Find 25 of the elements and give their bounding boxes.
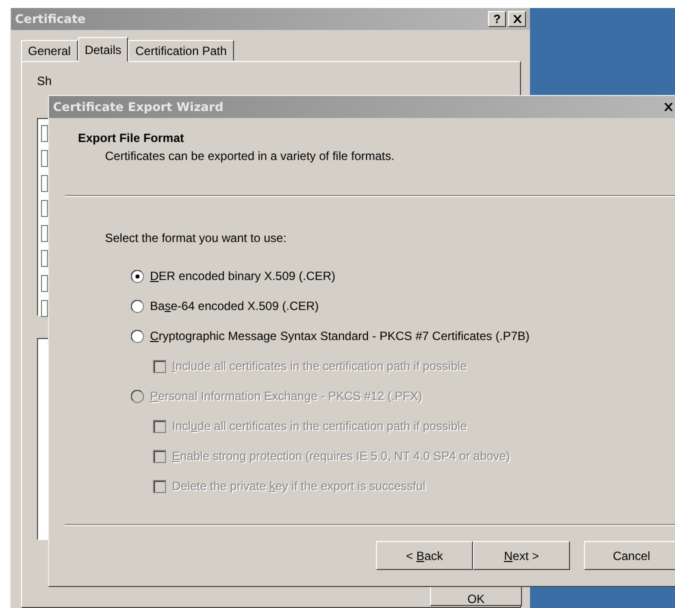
- option-label: Base-64 encoded X.509 (.CER): [150, 299, 319, 313]
- close-icon: [512, 15, 522, 23]
- show-label: Sh: [37, 74, 52, 88]
- radio-button[interactable]: [131, 330, 144, 342]
- tab[interactable]: General: [21, 40, 78, 61]
- tab[interactable]: Details: [78, 37, 128, 62]
- page-subtitle: Certificates can be exported in a variety of file formats.: [105, 149, 396, 163]
- wizard-button[interactable]: < Back: [376, 541, 473, 570]
- option-label: Cryptographic Message Syntax Standard - PKCS #7 Certificates (.P7B): [150, 329, 530, 343]
- wizard-button[interactable]: Next >: [473, 541, 570, 570]
- window-title: Certificate Export Wizard: [53, 100, 224, 114]
- close-icon[interactable]: [664, 103, 673, 111]
- prompt-text: Select the format you want to use:: [105, 231, 288, 245]
- option-label: Delete the private key if the export is successful: [172, 479, 426, 493]
- page-heading: Export File Format: [78, 131, 186, 145]
- wizard-button[interactable]: Cancel: [584, 541, 675, 570]
- window-title: Certificate: [15, 12, 86, 26]
- option-label: Personal Information Exchange - PKCS #12 (.PFX): [150, 389, 422, 403]
- option-label: Include all certificates in the certification path if possible: [172, 359, 467, 373]
- option-label: Include all certificates in the certification path if possible: [172, 419, 467, 433]
- option-label: DER encoded binary X.509 (.CER): [150, 269, 336, 283]
- option-label: Enable strong protection (requires IE 5.0, NT 4.0 SP4 or above): [172, 449, 510, 463]
- tab[interactable]: Certification Path: [128, 40, 234, 61]
- radio-button[interactable]: [131, 270, 144, 282]
- radio-button[interactable]: [131, 300, 144, 312]
